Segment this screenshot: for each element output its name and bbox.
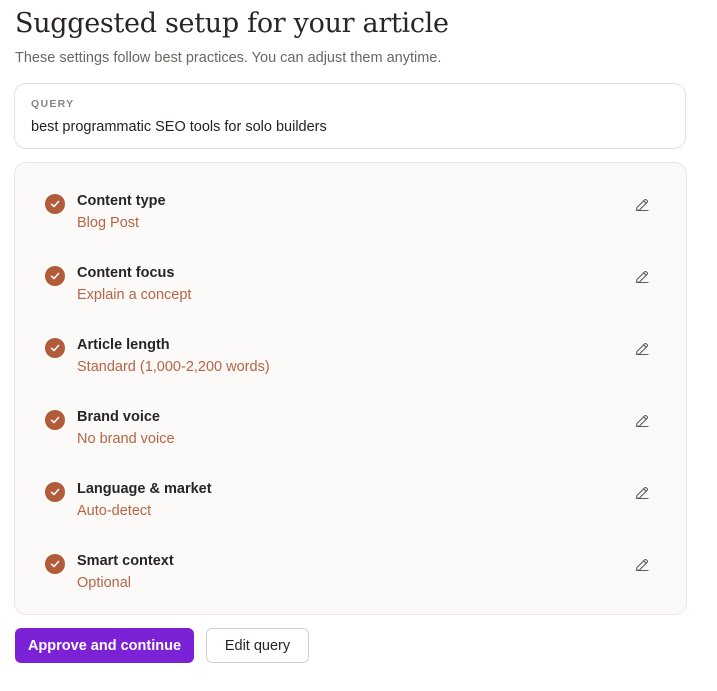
setting-title: Language & market <box>77 481 212 497</box>
check-icon <box>45 266 65 286</box>
edit-query-button[interactable]: Edit query <box>206 628 309 663</box>
query-value: best programmatic SEO tools for solo bui… <box>31 119 327 135</box>
setting-row-content-type: Content type Blog Post <box>15 190 686 250</box>
setting-row-content-focus: Content focus Explain a concept <box>15 262 686 322</box>
setting-value: Blog Post <box>77 215 140 231</box>
pencil-icon[interactable] <box>633 484 651 502</box>
setting-title: Article length <box>77 337 170 353</box>
pencil-icon[interactable] <box>633 196 651 214</box>
page-title: Suggested setup for your article <box>15 8 449 39</box>
setting-value: No brand voice <box>77 431 175 447</box>
setting-value: Explain a concept <box>77 287 192 303</box>
pencil-icon[interactable] <box>633 268 651 286</box>
setting-title: Smart context <box>77 553 174 569</box>
setting-row-brand-voice: Brand voice No brand voice <box>15 406 686 466</box>
setting-title: Brand voice <box>77 409 160 425</box>
check-icon <box>45 194 65 214</box>
check-icon <box>45 554 65 574</box>
setting-row-article-length: Article length Standard (1,000-2,200 wor… <box>15 334 686 394</box>
query-card: QUERY best programmatic SEO tools for so… <box>14 83 686 149</box>
check-icon <box>45 338 65 358</box>
setting-row-language-market: Language & market Auto-detect <box>15 478 686 538</box>
setting-value: Standard (1,000-2,200 words) <box>77 359 270 375</box>
setting-value: Optional <box>77 575 132 591</box>
pencil-icon[interactable] <box>633 340 651 358</box>
settings-card: Content type Blog Post Content focus Exp… <box>14 162 687 615</box>
setting-title: Content type <box>77 193 166 209</box>
query-label: QUERY <box>31 98 75 110</box>
check-icon <box>45 482 65 502</box>
setting-value: Auto-detect <box>77 503 152 519</box>
page-subtitle: These settings follow best practices. Yo… <box>15 50 442 66</box>
setting-title: Content focus <box>77 265 175 281</box>
setting-row-smart-context: Smart context Optional <box>15 550 686 610</box>
approve-and-continue-button[interactable]: Approve and continue <box>15 628 194 663</box>
pencil-icon[interactable] <box>633 412 651 430</box>
pencil-icon[interactable] <box>633 556 651 574</box>
check-icon <box>45 410 65 430</box>
